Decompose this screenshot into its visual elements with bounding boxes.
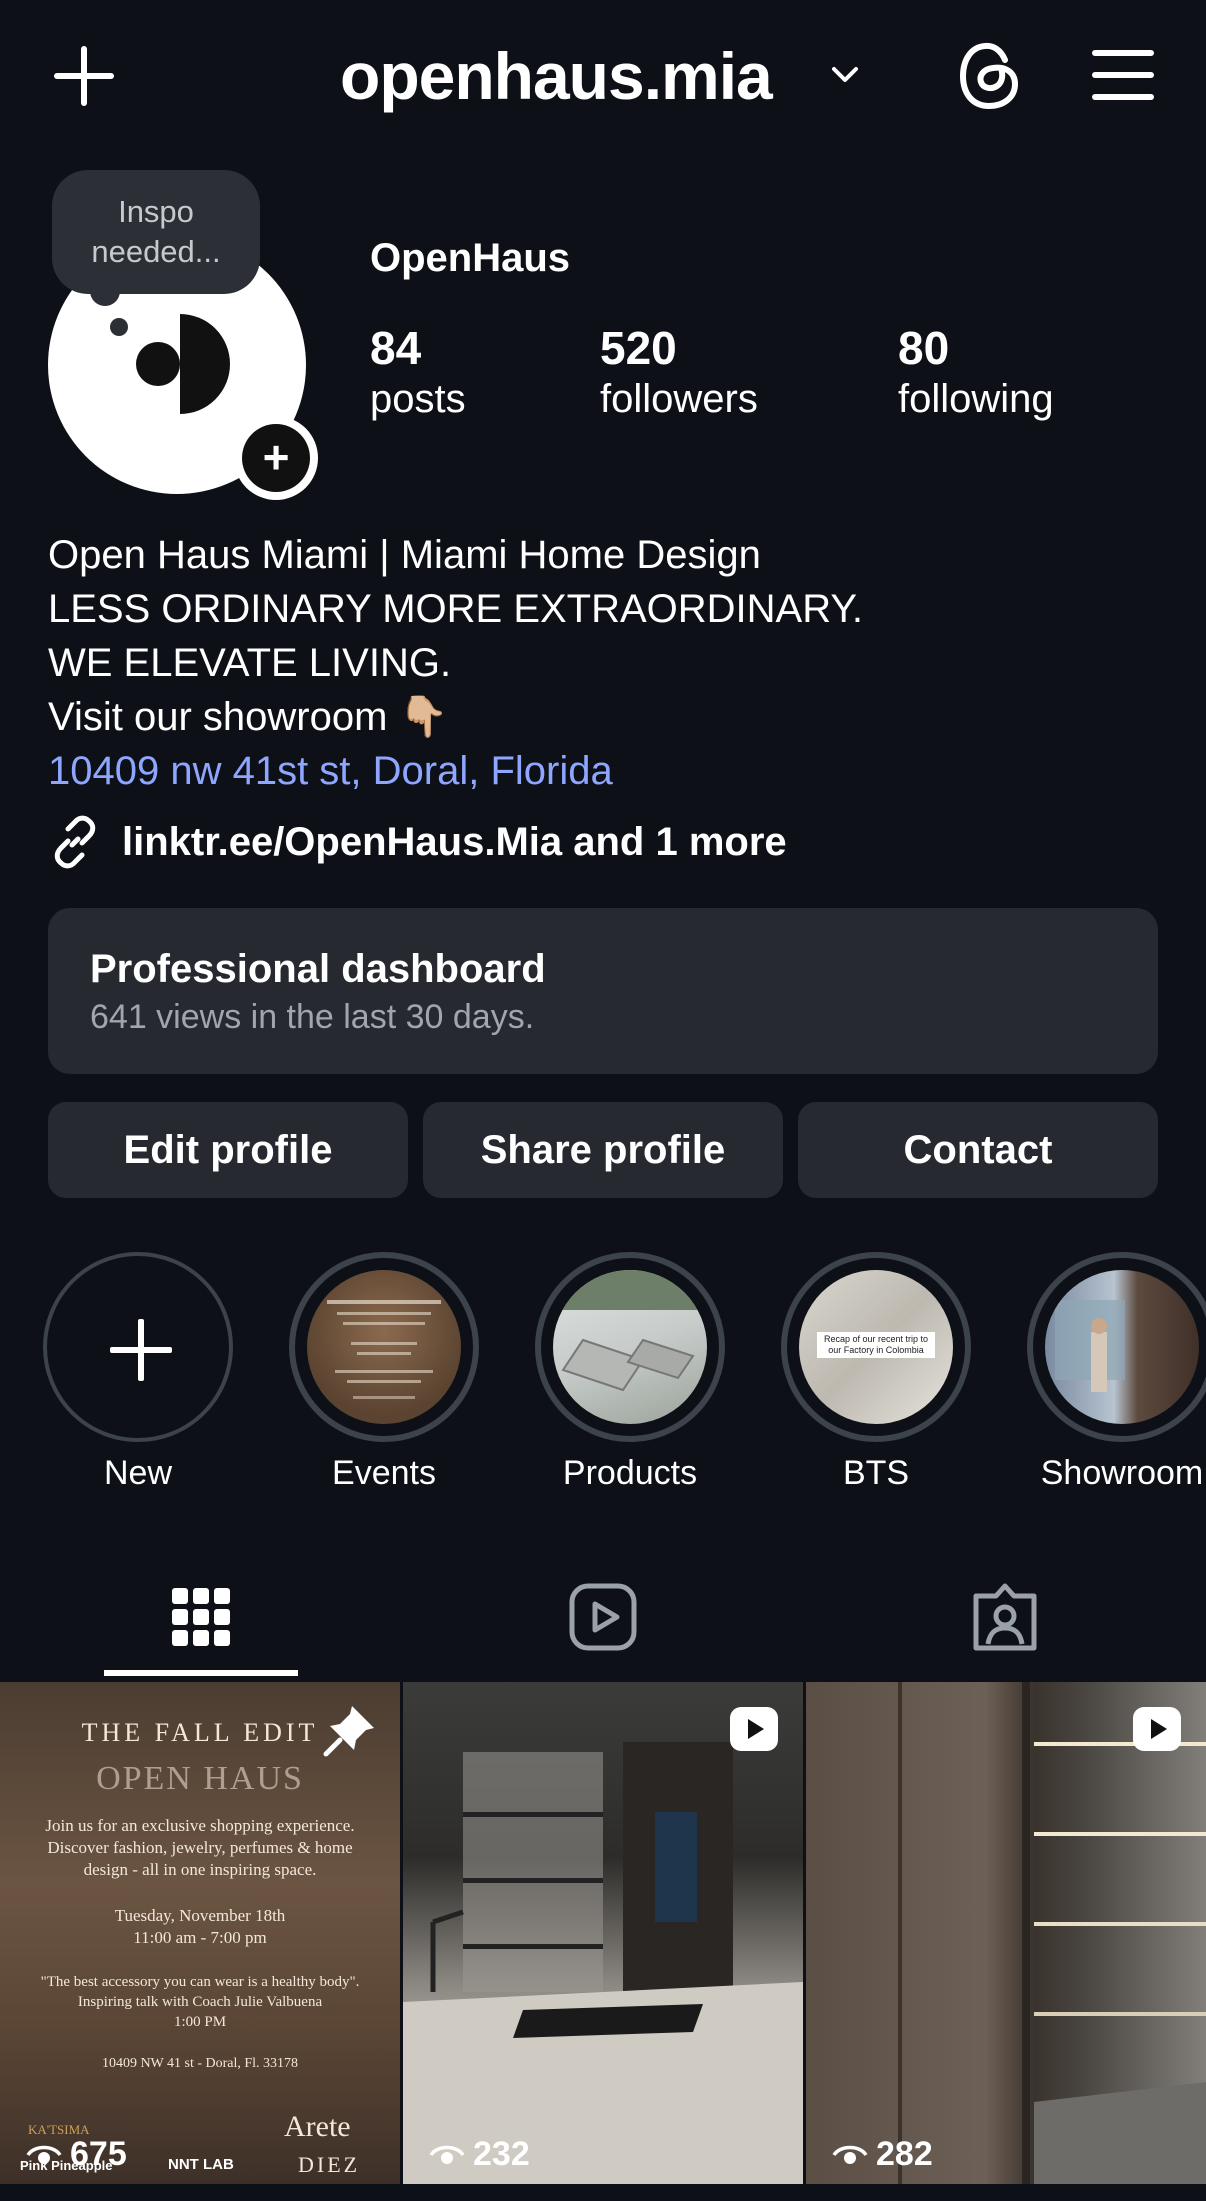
username-switcher[interactable]: openhaus.mia: [340, 38, 773, 114]
note-bubble-tail: [110, 318, 128, 336]
posts-grid: THE FALL EDIT OPEN HAUS Join us for an e…: [0, 1682, 1206, 2184]
view-count: 282: [832, 2135, 933, 2174]
post-text: Discover fashion, jewelry, perfumes & ho…: [47, 1838, 353, 1857]
bts-caption: Recap of our recent trip to our Factory …: [817, 1332, 935, 1358]
highlight-label: New: [103, 1454, 173, 1492]
reels-icon: [730, 1707, 778, 1751]
highlight-ring: [1027, 1252, 1206, 1442]
showroom-thumbnail: [1055, 1300, 1125, 1392]
external-link[interactable]: linktr.ee/OpenHaus.Mia and 1 more: [48, 814, 787, 870]
dashboard-subtitle: 641 views in the last 30 days.: [90, 998, 535, 1036]
eye-icon: [26, 2145, 62, 2164]
followers-count[interactable]: 520 followers: [600, 322, 758, 424]
following-count[interactable]: 80 following: [898, 322, 1054, 424]
outdoor-furniture-thumbnail: [553, 1270, 707, 1392]
post-tile[interactable]: 232: [403, 1682, 803, 2184]
highlight-events[interactable]: Events: [286, 1252, 482, 1493]
highlight-ring: [43, 1252, 233, 1442]
post-logo-text: NNT LAB: [168, 2156, 234, 2173]
post-tile[interactable]: THE FALL EDIT OPEN HAUS Join us for an e…: [0, 1682, 400, 2184]
cabinetry-photo: [898, 1682, 1206, 2184]
post-text: 10409 NW 41 st - Doral, Fl. 33178: [101, 2056, 299, 2071]
note-bubble[interactable]: Inspo needed...: [52, 170, 260, 294]
eye-icon: [832, 2145, 868, 2164]
pin-icon: [323, 1706, 374, 1757]
highlight-thumbnail: [553, 1270, 707, 1424]
highlight-thumbnail: [307, 1270, 461, 1424]
add-story-button[interactable]: +: [234, 416, 318, 500]
chevron-down-icon[interactable]: [828, 58, 862, 92]
post-text: Inspiring talk with Coach Julie Valbuena: [77, 1994, 323, 2010]
highlight-showroom[interactable]: Showroom: [1024, 1252, 1206, 1493]
bio-line: Visit our showroom 👇🏼: [48, 695, 449, 739]
plus-icon: +: [242, 424, 310, 492]
address-link[interactable]: 10409 nw 41st st, Doral, Florida: [48, 744, 1158, 798]
link-icon: [54, 815, 96, 869]
link-text: linktr.ee/OpenHaus.Mia and 1 more: [122, 819, 787, 864]
view-count: 232: [429, 2135, 530, 2174]
bio-line: Open Haus Miami | Miami Home Design: [48, 533, 761, 577]
highlight-ring: Recap of our recent trip to our Factory …: [781, 1252, 971, 1442]
reels-icon[interactable]: [568, 1582, 638, 1652]
grid-icon[interactable]: [166, 1582, 236, 1652]
post-text: "The best accessory you can wear is a he…: [40, 1974, 360, 1990]
view-count-value: 282: [876, 2135, 933, 2173]
content-tabs: [0, 1560, 1206, 1678]
highlight-new[interactable]: New: [40, 1252, 236, 1493]
view-count-value: 232: [473, 2135, 530, 2173]
active-tab-indicator: [104, 1670, 298, 1676]
post-text: design - all in one inspiring space.: [83, 1860, 317, 1879]
bio-line: LESS ORDINARY MORE EXTRAORDINARY.: [48, 587, 864, 631]
menu-icon[interactable]: [1092, 48, 1154, 100]
note-text: Inspo: [118, 194, 194, 229]
post-text: OPEN HAUS: [96, 1760, 304, 1797]
professional-dashboard[interactable]: Professional dashboard 641 views in the …: [48, 908, 1158, 1074]
bio: Open Haus Miami | Miami Home Design LESS…: [48, 528, 1158, 798]
post-text: Tuesday, November 18th: [114, 1906, 286, 1925]
highlight-label: Events: [332, 1454, 436, 1492]
plus-icon: [110, 1319, 172, 1381]
contact-button[interactable]: Contact: [798, 1102, 1158, 1198]
post-tile[interactable]: 282: [806, 1682, 1206, 2184]
top-bar: openhaus.mia: [0, 0, 1206, 150]
event-flyer-thumbnail: [327, 1300, 441, 1399]
highlight-thumbnail: [1045, 1270, 1199, 1424]
reels-icon: [1133, 1707, 1181, 1751]
post-logo-text: Arete: [284, 2110, 351, 2143]
post-text: Join us for an exclusive shopping experi…: [45, 1816, 355, 1835]
highlight-label: Products: [562, 1454, 698, 1492]
profile-screen: openhaus.mia + Inspo needed... OpenHaus …: [0, 0, 1206, 2201]
display-name: OpenHaus: [370, 236, 571, 280]
note-text: needed...: [91, 234, 221, 269]
tagged-icon[interactable]: [970, 1582, 1040, 1652]
view-count-value: 675: [70, 2135, 127, 2173]
highlight-ring: [535, 1252, 725, 1442]
highlight-products[interactable]: Products: [532, 1252, 728, 1493]
share-profile-button[interactable]: Share profile: [423, 1102, 783, 1198]
highlight-label: BTS: [842, 1454, 910, 1492]
openhaus-logo-icon: [136, 314, 230, 414]
post-logo-text: DIEZ: [298, 2152, 361, 2177]
posts-count[interactable]: 84 posts: [370, 322, 466, 424]
edit-profile-button[interactable]: Edit profile: [48, 1102, 408, 1198]
highlight-bts[interactable]: Recap of our recent trip to our Factory …: [778, 1252, 974, 1493]
eye-icon: [429, 2145, 465, 2164]
highlight-thumbnail: Recap of our recent trip to our Factory …: [799, 1270, 953, 1424]
post-text: 1:00 PM: [173, 2014, 227, 2030]
plus-icon[interactable]: [52, 44, 116, 108]
bio-line: WE ELEVATE LIVING.: [48, 641, 452, 685]
threads-icon[interactable]: [955, 38, 1025, 114]
post-text: 11:00 am - 7:00 pm: [133, 1928, 267, 1947]
highlight-ring: [289, 1252, 479, 1442]
dashboard-title: Professional dashboard: [90, 947, 546, 991]
highlight-label: Showroom: [1040, 1454, 1204, 1492]
view-count: 675: [26, 2135, 127, 2174]
kitchen-photo: [403, 1742, 803, 2184]
